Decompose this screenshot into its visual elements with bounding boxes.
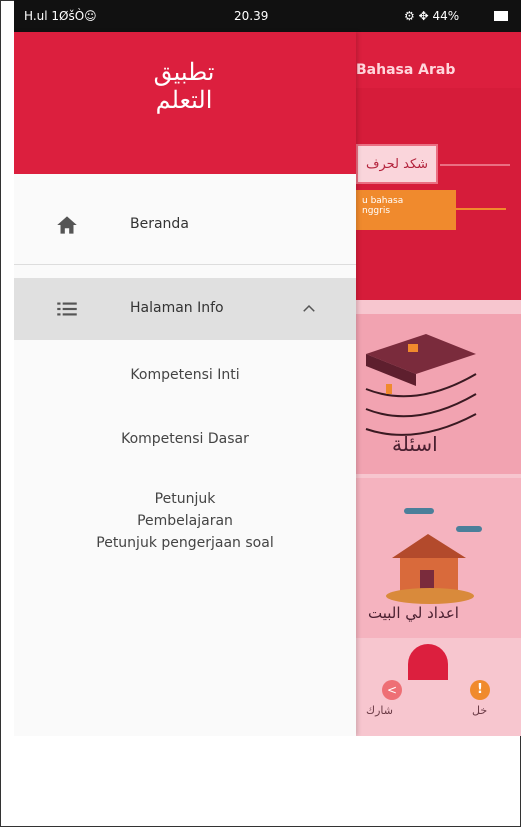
sub-item-petunjuk-pembelajaran[interactable]: Petunjuk Pembelajaran bbox=[14, 488, 356, 532]
banner-card-bottom-text: u bahasa nggris bbox=[362, 196, 404, 216]
home-tile-label: اعداد لي البيت bbox=[368, 604, 459, 622]
drawer-item-home-label: Beranda bbox=[130, 216, 189, 232]
list-icon bbox=[57, 302, 77, 316]
quiz-tile-label: اسئلة bbox=[392, 432, 438, 456]
share-label: شارك bbox=[366, 704, 393, 717]
books-icon bbox=[365, 334, 477, 436]
quiz-tile[interactable] bbox=[356, 314, 521, 476]
chevron-up-icon[interactable] bbox=[300, 300, 318, 318]
sub-item-kompetensi-inti[interactable]: Kompetensi Inti bbox=[14, 364, 356, 386]
info-label: خل bbox=[472, 704, 488, 717]
status-bar-time: 20.39 bbox=[234, 9, 269, 23]
sub-item-petunjuk-pengerjaan-soal[interactable]: Petunjuk pengerjaan soal bbox=[14, 532, 356, 554]
home-icon bbox=[57, 216, 77, 234]
drawer-item-info[interactable]: Halaman Info bbox=[14, 278, 356, 340]
banner-line-bottom bbox=[456, 208, 506, 210]
app-title: Bahasa Arab bbox=[356, 62, 456, 78]
decor-dome bbox=[408, 644, 448, 680]
info-icon[interactable]: ! bbox=[470, 680, 490, 700]
battery-icon bbox=[494, 11, 508, 21]
banner-line-top bbox=[440, 164, 510, 166]
status-bar-right: ⚙ ✥ 44% bbox=[404, 9, 460, 23]
drawer-divider bbox=[14, 264, 356, 265]
banner-card-top-text: شكد لحرف bbox=[366, 157, 429, 172]
drawer-title: تطبيق التعلم bbox=[153, 58, 215, 114]
phone-screen: H.ul 1ØšÒ☺ 20.39 ⚙ ✥ 44% Bahasa Arab شكد… bbox=[14, 0, 521, 736]
drawer-item-info-label: Halaman Info bbox=[130, 300, 224, 316]
status-bar-left: H.ul 1ØšÒ☺ bbox=[24, 9, 97, 23]
share-icon[interactable]: < bbox=[382, 680, 402, 700]
status-bar: H.ul 1ØšÒ☺ 20.39 ⚙ ✥ 44% bbox=[14, 0, 521, 32]
drawer-header: تطبيق التعلم bbox=[14, 32, 356, 174]
sub-item-kompetensi-dasar[interactable]: Kompetensi Dasar bbox=[14, 428, 356, 450]
drawer-item-home[interactable]: Beranda bbox=[14, 194, 356, 258]
navigation-drawer: تطبيق التعلم Beranda Halaman Info Kompet… bbox=[14, 32, 356, 736]
